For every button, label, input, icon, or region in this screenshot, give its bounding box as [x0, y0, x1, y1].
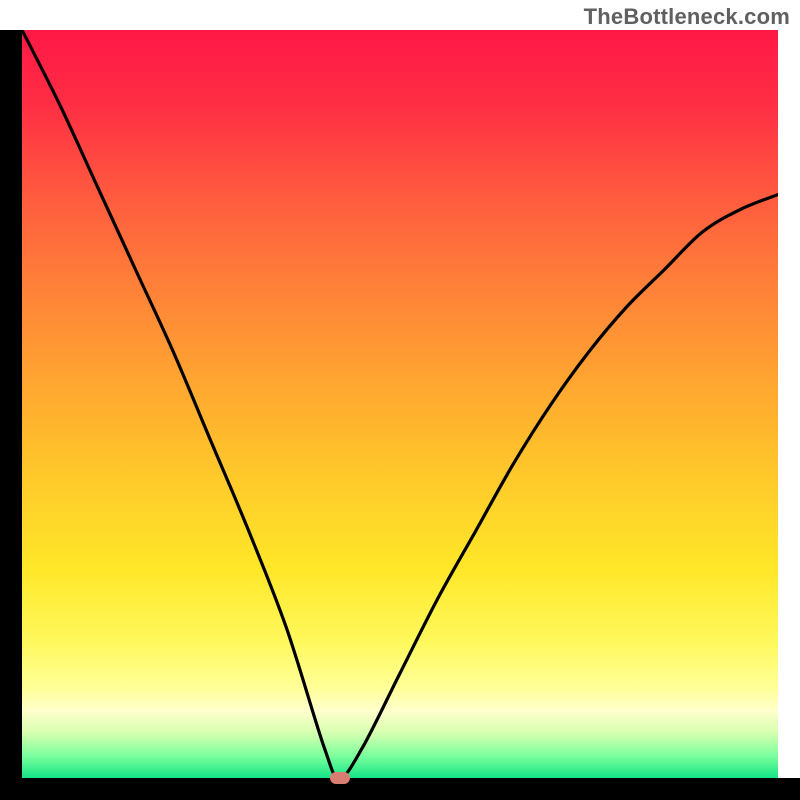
chart-container: TheBottleneck.com — [0, 0, 800, 800]
bottleneck-curve — [22, 30, 778, 778]
curve-layer — [22, 30, 778, 778]
minimum-marker — [330, 772, 350, 784]
x-axis — [0, 778, 800, 800]
y-axis — [0, 30, 22, 778]
plot — [0, 30, 800, 800]
watermark-text: TheBottleneck.com — [584, 4, 790, 30]
